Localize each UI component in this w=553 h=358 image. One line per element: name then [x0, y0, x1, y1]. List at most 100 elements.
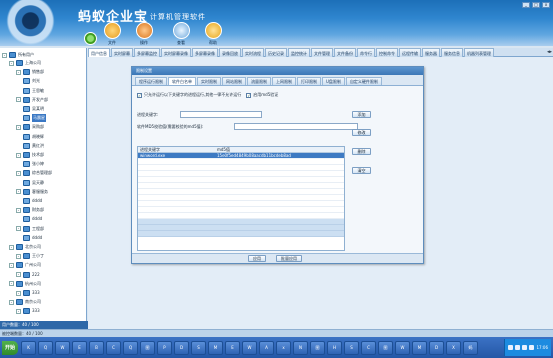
taskbar-app-button[interactable]: 蚂 — [463, 340, 479, 355]
collapse-icon[interactable]: - — [16, 124, 21, 130]
tree-node[interactable]: 胡晓辉 — [23, 133, 44, 141]
md5-verify-checkbox[interactable]: ✓ — [246, 92, 252, 98]
start-button[interactable]: 开始 — [2, 340, 19, 355]
taskbar-app-button[interactable]: Q — [38, 340, 54, 355]
apply-button[interactable]: 应用 — [248, 255, 266, 262]
taskbar-app-button[interactable]: A — [259, 340, 275, 355]
collapse-icon[interactable]: - — [16, 226, 21, 232]
tree-node[interactable]: 吴天静 — [23, 179, 44, 187]
tree-node[interactable]: 黄红洪 — [23, 142, 44, 150]
taskbar-app-button[interactable]: x — [276, 340, 292, 355]
taskbar-app-button[interactable]: C — [361, 340, 377, 355]
tree-node[interactable]: 吴某明 — [23, 105, 44, 113]
md5-input[interactable] — [234, 123, 358, 130]
column-header-keyword[interactable]: 进程关键字 — [138, 147, 215, 152]
taskbar-app-button[interactable]: E — [72, 340, 88, 355]
dlg-tab-whitelist[interactable]: 软件白名单 — [168, 77, 196, 85]
tree-node[interactable]: - 财务部 — [16, 206, 44, 214]
collapse-icon[interactable]: - — [16, 272, 21, 278]
collapse-icon[interactable]: - — [2, 52, 7, 58]
toolbar-view-button[interactable]: 查看 — [169, 22, 193, 46]
tab-file-backup[interactable]: 文件备份 — [334, 48, 356, 57]
tray-icon[interactable] — [522, 345, 528, 350]
tree-node[interactable]: - 杭州公司 — [9, 280, 41, 288]
collapse-icon[interactable]: - — [16, 69, 21, 75]
batch-apply-button[interactable]: 批量应用 — [276, 255, 302, 262]
tab-multi-record[interactable]: 多屏幕录像 — [192, 48, 218, 57]
tree-node[interactable]: 马晨星 — [23, 114, 46, 123]
tray-icon[interactable] — [508, 345, 514, 350]
collapse-icon[interactable]: - — [9, 244, 14, 250]
tab-screen-record[interactable]: 实时屏幕录像 — [161, 48, 191, 57]
taskbar-app-button[interactable]: N — [293, 340, 309, 355]
taskbar-app-button[interactable]: D — [174, 340, 190, 355]
tab-machine-list[interactable]: 机器列表管理 — [464, 48, 494, 57]
tree-node[interactable]: - 广州公司 — [9, 261, 41, 269]
dlg-tab-traffic[interactable]: 流量限制 — [247, 77, 271, 85]
tab-service-info[interactable]: 服务信息 — [441, 48, 463, 57]
tree-node[interactable]: dddd — [23, 215, 42, 223]
tree-node[interactable]: - 333 — [16, 289, 40, 297]
collapse-icon[interactable]: - — [16, 170, 21, 176]
dlg-tab-internet[interactable]: 上网限制 — [272, 77, 296, 85]
column-header-md5[interactable]: md5值 — [215, 147, 344, 152]
minimize-button[interactable]: _ — [522, 2, 530, 8]
tree-node[interactable]: dddd — [23, 234, 42, 242]
keyword-input[interactable] — [180, 111, 262, 118]
collapse-icon[interactable]: - — [16, 308, 21, 314]
tab-history[interactable]: 历史记录 — [265, 48, 287, 57]
dlg-tab-hardware[interactable]: 自定义硬件限制 — [345, 77, 382, 85]
collapse-icon[interactable]: - — [16, 152, 21, 158]
tree-node[interactable]: 刘光 — [23, 77, 40, 85]
taskbar-app-button[interactable]: 图 — [140, 340, 156, 355]
tree-node[interactable]: 王思敏 — [23, 87, 44, 95]
dlg-tab-program[interactable]: 程序运行限制 — [135, 77, 167, 85]
collapse-icon[interactable]: - — [16, 290, 21, 296]
tab-scroll-arrows[interactable]: ◂▸ — [547, 49, 552, 55]
toolbar-file-button[interactable]: 文件 — [100, 22, 124, 46]
collapse-icon[interactable]: - — [16, 97, 21, 103]
collapse-icon[interactable]: - — [16, 189, 21, 195]
taskbar-app-button[interactable]: 图 — [310, 340, 326, 355]
collapse-icon[interactable]: - — [9, 281, 14, 287]
delete-button[interactable]: 删除 — [352, 148, 371, 155]
maximize-button[interactable]: □ — [532, 2, 540, 8]
taskbar-app-button[interactable]: K — [21, 340, 37, 355]
tray-icon[interactable] — [529, 345, 535, 350]
collapse-icon[interactable]: - — [9, 60, 14, 66]
tray-icon[interactable] — [515, 345, 521, 350]
tab-remote-transfer[interactable]: 远程传输 — [399, 48, 421, 57]
tab-realtime-flow[interactable]: 实时流程 — [242, 48, 264, 57]
dlg-tab-usb[interactable]: U盘限制 — [322, 77, 345, 85]
collapse-icon[interactable]: - — [9, 299, 14, 305]
tab-monitor-stats[interactable]: 监控统计 — [288, 48, 310, 57]
whitelist-only-checkbox[interactable]: ✓ — [137, 92, 142, 98]
taskbar-app-button[interactable]: Q — [123, 340, 139, 355]
taskbar-app-button[interactable]: S — [344, 340, 360, 355]
taskbar-app-button[interactable]: X — [446, 340, 462, 355]
tree-node[interactable]: - 222 — [16, 271, 40, 279]
tree-node[interactable]: - 南京公司 — [9, 298, 41, 306]
tab-multi-screen[interactable]: 多屏幕监控 — [134, 48, 160, 57]
tab-user-info[interactable]: 用户信息 — [88, 48, 110, 57]
tree-node[interactable]: - 王小丁 — [16, 252, 44, 260]
add-button[interactable]: 添加 — [352, 111, 371, 118]
tab-file-manage[interactable]: 文件管理 — [311, 48, 333, 57]
taskbar-app-button[interactable]: S — [191, 340, 207, 355]
edit-button[interactable]: 修改 — [352, 129, 371, 136]
dlg-tab-realtime[interactable]: 实时限制 — [197, 77, 221, 85]
taskbar-app-button[interactable]: W — [55, 340, 71, 355]
dlg-tab-print[interactable]: 打印限制 — [297, 77, 321, 85]
taskbar-app-button[interactable]: E — [225, 340, 241, 355]
tab-command-line[interactable]: 命令行 — [357, 48, 375, 57]
tree-node[interactable]: - 采购部 — [16, 123, 44, 131]
tree-node[interactable]: - 工程部 — [16, 225, 44, 233]
toolbar-operate-button[interactable]: 操作 — [132, 22, 156, 46]
taskbar-app-button[interactable]: 图 — [378, 340, 394, 355]
power-icon[interactable] — [84, 32, 97, 45]
close-button[interactable]: x — [542, 2, 550, 8]
taskbar-app-button[interactable]: P — [157, 340, 173, 355]
toolbar-help-button[interactable]: 帮助 — [201, 22, 225, 46]
tree-node[interactable]: 张小婷 — [23, 160, 44, 168]
tab-record-playback[interactable]: 录像回放 — [219, 48, 241, 57]
